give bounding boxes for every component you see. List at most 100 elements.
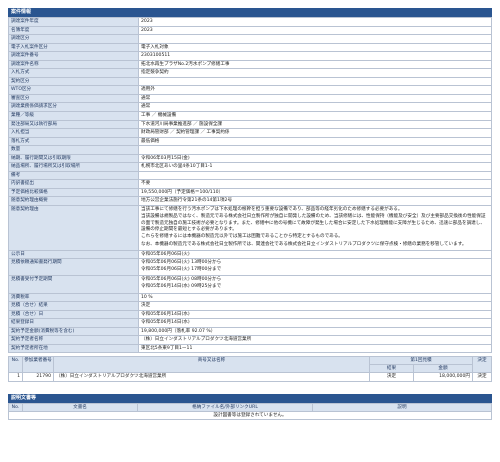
info-label: WTO区分 [8, 85, 139, 95]
bid-amount: 18,000,000円 [413, 372, 473, 382]
info-label: 名簿年度 [8, 25, 139, 36]
info-row: WTO区分 適用外 [8, 85, 492, 95]
info-value: 不要 [138, 179, 492, 189]
info-value: 電子入札対象 [138, 42, 492, 53]
info-value: 東区北5条東9丁目1ー11 [138, 343, 492, 354]
info-value: 通常 [138, 93, 492, 104]
reason-line: これらを修繕するには本機器の製造元以外では施工は困難であることから特定とするもの… [141, 234, 343, 240]
info-label: 業種／等級 [8, 111, 139, 121]
info-value: 札幌市北区あいの里4条10丁目1-1 [138, 162, 492, 172]
project-info-table: 調達案件年度 2023 名簿年度 2023 調達区分 電子入札案件区分 電子入札対象 調達案件… [8, 17, 492, 354]
info-value: 10 % [138, 292, 492, 303]
info-label: 落札方式 [8, 136, 139, 147]
info-value: 令和06年03月15日(金) [138, 153, 492, 164]
reason-line: なお、本機器の製造元である株式会社日立製作所では、関連会社である株式会社日立イン… [141, 241, 467, 247]
info-row: 名簿年度 2023 [8, 25, 492, 36]
info-row: 内訳書提出 不要 [8, 179, 492, 189]
info-row: 調達区分 [8, 34, 492, 44]
info-label: 見積（合せ）日 [8, 309, 139, 320]
info-value: 2023 [138, 25, 492, 36]
col-decision: 決定 [472, 356, 492, 374]
info-value: 通常 [138, 102, 492, 112]
col-bidder-name: 商号又は名称 [53, 356, 370, 374]
doc-col-name: 文書名 [22, 402, 138, 412]
info-value: 適用外 [138, 85, 492, 95]
info-value: 指定競争契約 [138, 68, 492, 78]
col-result: 結果 [369, 364, 414, 374]
info-label: 契約予定者所在地 [8, 343, 139, 354]
info-value [138, 170, 492, 181]
info-value: 2303100511 [138, 51, 492, 61]
info-row: 調達案件番号 2303100511 [8, 51, 492, 61]
info-label: 調達案件年度 [8, 17, 139, 27]
info-row: 調達案件年度 2023 [8, 17, 492, 27]
info-value-line: 令和05年06月06日(火) 08時00分から [141, 277, 222, 283]
info-value [138, 145, 492, 155]
info-label: 公示日 [8, 249, 139, 260]
info-row: 納期、履行期間又は引取期限 令和06年03月15日(金) [8, 153, 492, 164]
info-label: 契約予定金額(消費税等を含む) [8, 326, 139, 337]
info-label: 数量 [8, 145, 139, 155]
info-value: 令和05年06月06日(火) 08時00分から 令和05年06月14日(水) 09… [138, 275, 492, 294]
info-label: 内訳書提出 [8, 179, 139, 189]
bid-decision: 決定 [472, 372, 492, 382]
info-value-line: 令和05年06月06日(火) 13時00分から [141, 260, 222, 266]
info-row: 契約予定金額(消費税等を含む) 19,800,000円（落札率 92.07 %） [8, 326, 492, 337]
info-row: 調達案件名称 拓北水再生プラザNo.2汚水ポンプ修繕工事 [8, 59, 492, 70]
col-amount: 金額 [413, 364, 473, 374]
info-row-reason: 随意契約理由 当該工事にて修繕を行う汚水ポンプは下水処理の根幹を担う重要な設備で… [8, 205, 492, 251]
info-label: 備考 [8, 170, 139, 181]
info-value-line: 令和05年06月06日(火) 17時00分まで [141, 267, 222, 273]
col-no: No. [8, 356, 23, 374]
bid-result: 決定 [369, 372, 414, 382]
info-row: 見積（合せ）結果 決定 [8, 301, 492, 311]
info-label: 調達案件番号 [8, 51, 139, 61]
info-value: 令和05年06月14日(水) [138, 309, 492, 320]
project-section: 案件情報 調達案件年度 2023 名簿年度 2023 調達区分 電子入札案件区分 電子入札対… [8, 8, 492, 354]
info-row: 随意契約理由概要 地方公営企業法施行令第21条の14第1項2号 [8, 196, 492, 207]
documents-table: No. 文書名 格納ファイル名/外部リンクURL 説明 設計図書等は登録されてい… [8, 402, 492, 421]
info-label: 調達案件名称 [8, 59, 139, 70]
info-value: 拓北水再生プラザNo.2汚水ポンプ修繕工事 [138, 59, 492, 70]
info-label: 結果登録日 [8, 318, 139, 328]
info-value: 令和05年06月06日(火) 13時00分から 令和05年06月06日(火) 17… [138, 258, 492, 277]
info-label: 随意契約理由 [8, 205, 139, 251]
info-row: 落札方式 最低価格 [8, 136, 492, 147]
info-label: 発注部局又は執行部局 [8, 119, 139, 130]
info-row: 電子入札案件区分 電子入札対象 [8, 42, 492, 53]
info-label: 見積書受付予定期間 [8, 275, 139, 294]
table-row: 1 21790 （株）日立インダストリアルプロダクツ北海道営業所 決定 18,0… [8, 372, 492, 382]
info-value: 令和05年06月14日(水) [138, 318, 492, 328]
info-value: 財政局管財部 ／ 契約管理課 ／ 工事契約係 [138, 128, 492, 138]
info-value: 下水道河川局事業推進部 ／ 施設保全課 [138, 119, 492, 130]
info-row: 入札方式 指定競争契約 [8, 68, 492, 78]
documents-section-header: 説明文書等 [8, 393, 492, 403]
info-value: 工事 ／ 機械設備 [138, 111, 492, 121]
info-value: 令和05年06月06日(火) [138, 249, 492, 260]
info-label: 納期、履行期間又は引取期限 [8, 153, 139, 164]
info-value: 最低価格 [138, 136, 492, 147]
info-row: 備考 [8, 170, 492, 181]
info-label: 納品場所、履行場所又は引取場所 [8, 162, 139, 172]
info-row: 契約予定者所在地 東区北5条東9丁目1ー11 [8, 343, 492, 354]
info-label: 審査区分 [8, 93, 139, 104]
info-row: 数量 [8, 145, 492, 155]
info-label: 入札担当 [8, 128, 139, 138]
reason-line: 当該工事にて修繕を行う汚水ポンプは下水処理の根幹を担う重要な設備であり、部品等の… [141, 207, 403, 213]
doc-col-desc: 説明 [312, 402, 492, 412]
info-label: 見積依頼通知書発行期間 [8, 258, 139, 277]
info-label: 入札方式 [8, 68, 139, 78]
info-value: 2023 [138, 17, 492, 27]
bid-results-table: No. 参加業者番号 商号又は名称 第1回見積 決定 結果 金額 1 21790… [8, 356, 492, 382]
info-label: 見積（合せ）結果 [8, 301, 139, 311]
col-round-1: 第1回見積 [369, 356, 473, 366]
info-value: （株）日立インダストリアルプロダクツ北海道営業所 [138, 335, 492, 345]
bid-code: 21790 [22, 372, 54, 382]
info-label: 電子入札案件区分 [8, 42, 139, 53]
info-row: 結果登録日 令和05年06月14日(水) [8, 318, 492, 328]
bid-no: 1 [8, 372, 23, 382]
project-section-header: 案件情報 [8, 8, 492, 17]
info-row: 調達業務係価請求区分 通常 [8, 102, 492, 112]
bid-name: （株）日立インダストリアルプロダクツ北海道営業所 [53, 372, 370, 382]
documents-section: 説明文書等 No. 文書名 格納ファイル名/外部リンクURL 説明 設計図書等は… [8, 393, 492, 421]
